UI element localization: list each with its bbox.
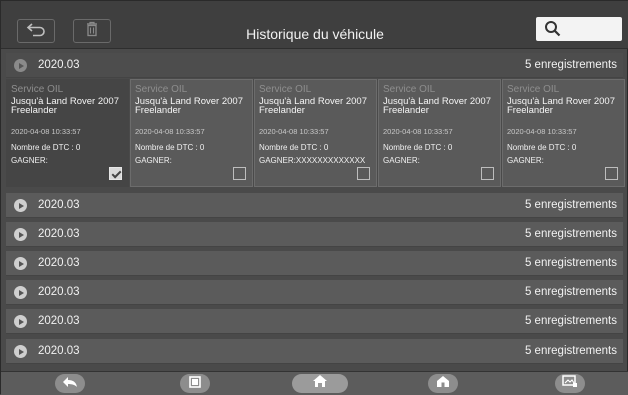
record-checkbox[interactable] bbox=[481, 167, 494, 180]
group-label: 2020.03 bbox=[38, 228, 80, 240]
record-dtc-count: Nombre de DTC : 0 bbox=[11, 143, 81, 152]
record-gagner: GAGNER: bbox=[507, 156, 544, 165]
record-cards: Service OIL Jusqu'à Land Rover 2007 Free… bbox=[6, 79, 625, 189]
record-date: 2020-04-08 10:33:57 bbox=[383, 127, 453, 136]
expand-arrow-icon bbox=[14, 228, 27, 241]
record-dtc-count: Nombre de DTC : 0 bbox=[135, 143, 205, 152]
record-dtc-count: Nombre de DTC : 0 bbox=[507, 143, 577, 152]
group-row[interactable]: 2020.03 5 enregistrements bbox=[6, 251, 623, 276]
recent-apps-button[interactable] bbox=[180, 374, 210, 393]
record-dtc-count: Nombre de DTC : 0 bbox=[259, 143, 329, 152]
expand-arrow-icon bbox=[14, 315, 27, 328]
record-type: Service OIL bbox=[259, 84, 312, 95]
record-vehicle: Jusqu'à Land Rover 2007 Freelander bbox=[135, 96, 243, 116]
nav-back-button[interactable] bbox=[55, 374, 85, 393]
group-row[interactable]: 2020.03 5 enregistrements bbox=[6, 309, 623, 334]
record-type: Service OIL bbox=[11, 84, 64, 95]
search-field[interactable] bbox=[536, 17, 622, 41]
record-date: 2020-04-08 10:33:57 bbox=[259, 127, 329, 136]
expand-arrow-icon bbox=[14, 59, 27, 72]
group-count: 5 enregistrements bbox=[524, 199, 617, 211]
app-window: Historique du véhicule 2020.03 5 enregis… bbox=[0, 0, 628, 395]
house-icon bbox=[436, 375, 450, 393]
group-count: 5 enregistrements bbox=[524, 286, 617, 298]
home-button[interactable] bbox=[292, 374, 348, 393]
record-checkbox[interactable] bbox=[605, 167, 618, 180]
record-gagner: GAGNER:XXXXXXXXXXXXX bbox=[259, 156, 366, 165]
record-card[interactable]: Service OIL Jusqu'à Land Rover 2007 Free… bbox=[254, 79, 377, 187]
group-label: 2020.03 bbox=[38, 315, 80, 327]
record-card[interactable]: Service OIL Jusqu'à Land Rover 2007 Free… bbox=[130, 79, 253, 187]
record-date: 2020-04-08 10:33:57 bbox=[507, 127, 577, 136]
record-vehicle: Jusqu'à Land Rover 2007 Freelander bbox=[383, 96, 491, 116]
group-row[interactable]: 2020.03 5 enregistrements bbox=[6, 222, 623, 247]
expand-arrow-icon bbox=[14, 345, 27, 358]
record-checkbox[interactable] bbox=[109, 167, 122, 180]
record-checkbox[interactable] bbox=[357, 167, 370, 180]
record-card[interactable]: Service OIL Jusqu'à Land Rover 2007 Free… bbox=[378, 79, 501, 187]
group-row[interactable]: 2020.03 5 enregistrements bbox=[6, 280, 623, 305]
group-count: 5 enregistrements bbox=[524, 228, 617, 240]
record-type: Service OIL bbox=[135, 84, 188, 95]
home-icon bbox=[312, 374, 328, 393]
record-card[interactable]: Service OIL Jusqu'à Land Rover 2007 Free… bbox=[6, 79, 129, 187]
record-vehicle: Jusqu'à Land Rover 2007 Freelander bbox=[259, 96, 367, 116]
record-type: Service OIL bbox=[383, 84, 436, 95]
record-vehicle: Jusqu'à Land Rover 2007 Freelander bbox=[507, 96, 615, 116]
group-label: 2020.03 bbox=[38, 345, 80, 357]
record-gagner: GAGNER: bbox=[11, 156, 48, 165]
group-label: 2020.03 bbox=[38, 199, 80, 211]
record-checkbox[interactable] bbox=[233, 167, 246, 180]
group-count: 5 enregistrements bbox=[524, 257, 617, 269]
group-count: 5 enregistrements bbox=[524, 315, 617, 327]
record-gagner: GAGNER: bbox=[383, 156, 420, 165]
group-count: 5 enregistrements bbox=[524, 59, 617, 71]
record-dtc-count: Nombre de DTC : 0 bbox=[383, 143, 453, 152]
record-date: 2020-04-08 10:33:57 bbox=[11, 127, 81, 136]
house-button[interactable] bbox=[428, 374, 458, 393]
group-row[interactable]: 2020.03 5 enregistrements bbox=[6, 193, 623, 218]
group-row-expanded[interactable]: 2020.03 5 enregistrements bbox=[6, 53, 623, 78]
group-count: 5 enregistrements bbox=[524, 345, 617, 357]
back-icon bbox=[62, 375, 78, 393]
screenshot-button[interactable] bbox=[555, 374, 585, 393]
header-bar: Historique du véhicule bbox=[1, 1, 628, 49]
group-label: 2020.03 bbox=[38, 257, 80, 269]
bottom-nav-bar bbox=[1, 371, 628, 395]
record-type: Service OIL bbox=[507, 84, 560, 95]
page-title: Historique du véhicule bbox=[246, 26, 384, 42]
expand-arrow-icon bbox=[14, 199, 27, 212]
record-vehicle: Jusqu'à Land Rover 2007 Freelander bbox=[11, 96, 119, 116]
record-card[interactable]: Service OIL Jusqu'à Land Rover 2007 Free… bbox=[502, 79, 625, 187]
expand-arrow-icon bbox=[14, 257, 27, 270]
record-date: 2020-04-08 10:33:57 bbox=[135, 127, 205, 136]
group-row[interactable]: 2020.03 5 enregistrements bbox=[6, 339, 623, 364]
expand-arrow-icon bbox=[14, 286, 27, 299]
screenshot-icon bbox=[562, 374, 578, 393]
record-gagner: GAGNER: bbox=[135, 156, 172, 165]
group-label: 2020.03 bbox=[38, 59, 80, 71]
group-label: 2020.03 bbox=[38, 286, 80, 298]
recent-apps-icon bbox=[189, 375, 201, 393]
